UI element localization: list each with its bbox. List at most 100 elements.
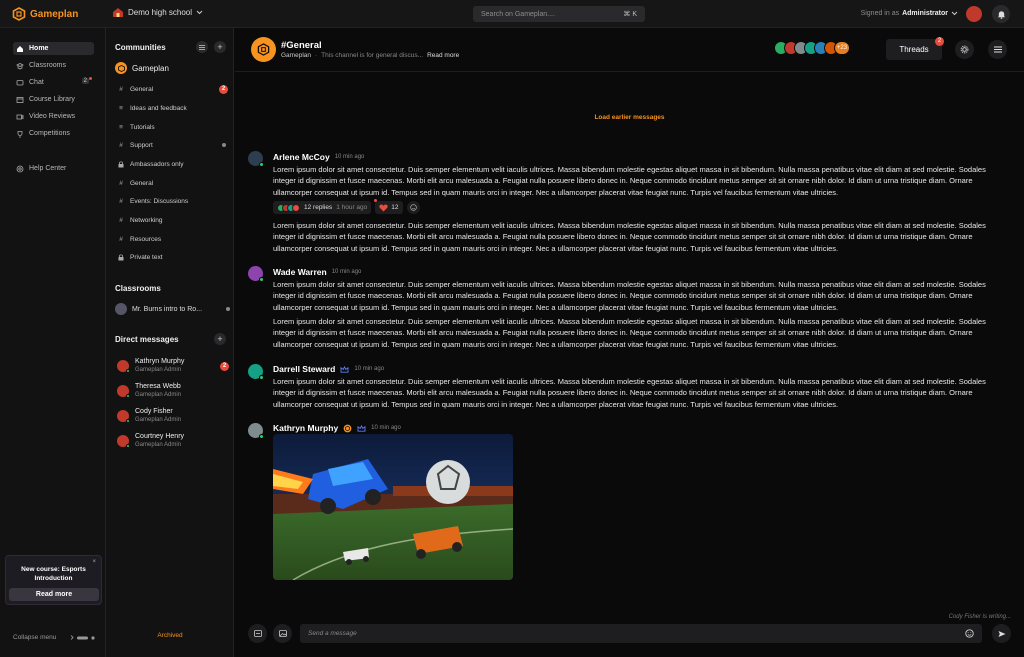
send-icon — [998, 630, 1005, 637]
message-header: Wade Warren 10 min ago — [273, 267, 361, 277]
avatar[interactable] — [248, 423, 264, 439]
help-icon — [16, 165, 24, 172]
new-message-button[interactable]: + — [214, 333, 226, 345]
account-menu[interactable]: Signed in as Administrator — [861, 10, 958, 17]
message-author[interactable]: Darrell Steward — [273, 364, 335, 374]
unread-badge: 2 — [219, 84, 228, 94]
gameplan-logo-icon — [12, 7, 26, 21]
plus-icon: + — [217, 42, 223, 52]
community-gameplan[interactable]: Gameplan — [115, 62, 169, 74]
channel-item-ambassadors[interactable]: Ambassadors only — [118, 158, 228, 170]
list-view-button[interactable] — [196, 41, 208, 53]
online-indicator — [259, 162, 264, 167]
nav-item-video-reviews[interactable]: Video Reviews — [13, 110, 94, 123]
add-reaction-button[interactable] — [406, 201, 420, 214]
member-count: +23 — [834, 41, 850, 55]
channel-logo-icon — [251, 37, 276, 62]
gameplan-badge-icon — [343, 424, 352, 432]
search-input[interactable]: Search on Gameplan.... ⌘ K — [473, 6, 645, 22]
new-reaction-dot — [374, 199, 378, 202]
rocket-league-screenshot — [273, 434, 513, 580]
chevron-right-icon — [70, 635, 74, 640]
nav-item-course-library[interactable]: Course Library — [13, 93, 94, 106]
channel-item-networking[interactable]: # Networking — [118, 214, 228, 226]
attach-file-button[interactable] — [248, 624, 267, 643]
send-button[interactable] — [992, 624, 1011, 643]
channel-item-general[interactable]: # General 2 — [118, 83, 228, 95]
archived-link[interactable]: Archived — [106, 632, 234, 639]
member-avatars[interactable]: +23 — [774, 41, 850, 55]
message-composer: Send a message — [235, 624, 1024, 657]
classroom-item[interactable]: Mr. Burns intro to Ro... — [115, 303, 230, 315]
message-author[interactable]: Wade Warren — [273, 267, 327, 277]
threads-button[interactable]: Threads — [886, 39, 942, 60]
left-navigation: Home Classrooms Chat 2 Course Library Vi… — [0, 28, 106, 657]
school-switcher[interactable]: Demo high school — [112, 7, 203, 18]
lock-icon — [118, 160, 124, 168]
channel-item-general-2[interactable]: # General — [118, 177, 228, 189]
online-indicator — [259, 375, 264, 380]
nav-item-chat[interactable]: Chat 2 — [13, 76, 94, 89]
channel-sidebar: Communities + Gameplan # General 2 ≡ Ide… — [106, 28, 234, 657]
channel-item-private[interactable]: Private text — [118, 251, 228, 263]
user-avatar[interactable] — [966, 6, 982, 22]
message-text: Lorem ipsum dolor sit amet consectetur. … — [273, 317, 986, 349]
bell-icon — [997, 10, 1005, 19]
dm-item[interactable]: Theresa Webb Gameplan Admin — [117, 382, 229, 399]
toggle-switch-icon — [77, 635, 95, 640]
channel-label: Ambassadors only — [130, 160, 184, 168]
nav-item-help-center[interactable]: Help Center — [13, 162, 94, 175]
top-bar: Gameplan Demo high school Search on Game… — [0, 0, 1024, 28]
channel-item-support[interactable]: # Support — [118, 139, 228, 151]
message-image[interactable] — [273, 434, 513, 580]
heart-reaction[interactable]: 12 — [374, 199, 403, 214]
dm-item[interactable]: Kathryn Murphy Gameplan Admin 2 — [117, 357, 229, 374]
replies-button[interactable]: 12 replies 1 hour ago — [273, 201, 372, 214]
image-icon — [278, 630, 287, 637]
smiley-icon — [409, 204, 417, 211]
chat-main: #General Gameplan · This channel is for … — [235, 28, 1024, 657]
read-more-button[interactable]: Read more — [9, 588, 99, 601]
avatar[interactable] — [248, 151, 264, 167]
notifications-button[interactable] — [992, 5, 1010, 23]
dm-name: Cody Fisher — [135, 408, 173, 415]
online-indicator — [126, 368, 130, 373]
avatar[interactable] — [248, 364, 264, 380]
chevron-down-icon — [951, 11, 958, 16]
load-earlier-button[interactable]: Load earlier messages — [235, 114, 1024, 121]
dm-item[interactable]: Cody Fisher Gameplan Admin — [117, 407, 229, 424]
brand[interactable]: Gameplan — [12, 7, 78, 21]
reactions-row: 12 replies 1 hour ago 12 — [273, 199, 420, 214]
add-community-button[interactable]: + — [214, 41, 226, 53]
attach-image-button[interactable] — [273, 624, 292, 643]
channel-item-events[interactable]: # Events: Discussions — [118, 195, 228, 207]
collapse-toggle[interactable] — [70, 635, 95, 640]
nav-label: Chat — [29, 79, 44, 86]
channel-label: Private text — [130, 253, 163, 261]
channel-item-ideas[interactable]: ≡ Ideas and feedback — [118, 102, 228, 114]
message-text: Lorem ipsum dolor sit amet consectetur. … — [273, 280, 986, 312]
message-author[interactable]: Arlene McCoy — [273, 152, 330, 162]
unread-badge: 2 — [220, 362, 229, 371]
avatar[interactable] — [248, 266, 264, 282]
online-indicator — [126, 418, 130, 423]
plus-icon: + — [217, 334, 223, 344]
dm-item[interactable]: Courtney Henry Gameplan Admin — [117, 432, 229, 449]
nav-item-home[interactable]: Home — [13, 42, 94, 55]
channel-description: This channel is for general discus... — [321, 52, 424, 59]
channel-item-resources[interactable]: # Resources — [118, 233, 228, 245]
online-indicator — [126, 393, 130, 398]
collapse-menu-label[interactable]: Collapse menu — [13, 634, 56, 641]
message-input[interactable]: Send a message — [300, 624, 982, 643]
nav-item-classrooms[interactable]: Classrooms — [13, 59, 94, 72]
message-author[interactable]: Kathryn Murphy — [273, 423, 338, 433]
read-more-link[interactable]: Read more — [427, 52, 459, 59]
nav-item-competitions[interactable]: Competitions — [13, 127, 94, 140]
settings-button[interactable] — [955, 40, 974, 59]
crown-icon — [357, 424, 366, 432]
avatar — [117, 409, 130, 423]
channel-item-tutorials[interactable]: ≡ Tutorials — [118, 121, 228, 133]
menu-button[interactable] — [988, 40, 1007, 59]
emoji-icon[interactable] — [965, 629, 974, 638]
dm-name: Kathryn Murphy — [135, 358, 185, 365]
